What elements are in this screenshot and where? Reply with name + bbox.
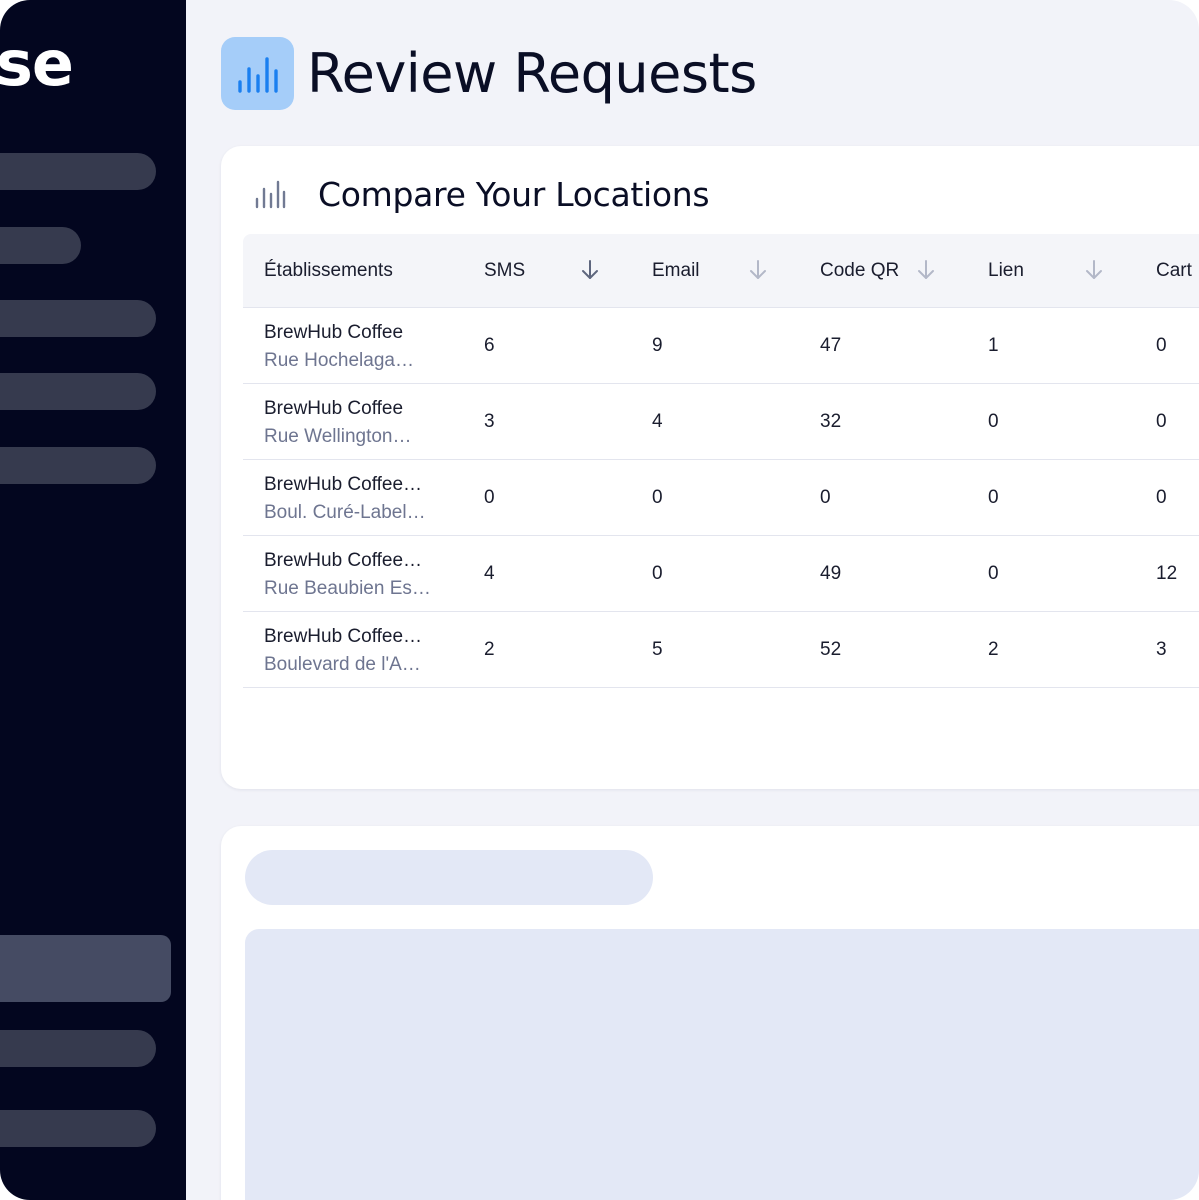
skeleton-content-placeholder <box>245 929 1199 1200</box>
sidebar-item[interactable] <box>0 373 156 410</box>
qr-code-count: 0 <box>820 487 831 508</box>
email-count: 4 <box>652 411 663 432</box>
column-header-email[interactable]: Email <box>652 258 700 284</box>
link-count: 1 <box>988 335 999 356</box>
sidebar-item[interactable] <box>0 153 156 190</box>
link-count: 2 <box>988 639 999 660</box>
logo: se <box>0 27 74 100</box>
link-count: 0 <box>988 563 999 584</box>
sidebar-item[interactable] <box>0 227 81 264</box>
location-name: BrewHub Coffee <box>264 322 404 343</box>
card-count: 0 <box>1156 335 1167 356</box>
sort-arrow-down-icon[interactable] <box>917 259 935 281</box>
column-header-locations[interactable]: Établissements <box>264 258 393 284</box>
location-address: Rue Beaubien Es… <box>264 578 431 599</box>
app-window: se Review Requests Compare Your Location… <box>0 0 1199 1200</box>
sidebar-item[interactable] <box>0 300 156 337</box>
sidebar: se <box>0 0 186 1200</box>
sms-count: 0 <box>484 487 495 508</box>
card-count: 3 <box>1156 639 1167 660</box>
location-address: Rue Wellington… <box>264 426 412 447</box>
sms-count: 6 <box>484 335 495 356</box>
locations-table: Établissements SMS Email Code QR Lien Ca… <box>243 234 1199 688</box>
location-name: BrewHub Coffee <box>264 398 404 419</box>
location-name: BrewHub Coffee… <box>264 550 423 571</box>
loading-card <box>221 826 1199 1200</box>
location-address: Boulevard de l'A… <box>264 654 421 675</box>
column-header-card[interactable]: Cart <box>1156 258 1192 284</box>
qr-code-count: 52 <box>820 639 842 660</box>
sort-arrow-down-icon[interactable] <box>1085 259 1103 281</box>
email-count: 0 <box>652 563 663 584</box>
location-address: Boul. Curé-Label… <box>264 502 426 523</box>
qr-code-count: 47 <box>820 335 842 356</box>
card-count: 0 <box>1156 487 1167 508</box>
table-row[interactable]: BrewHub Coffee Rue Hochelaga… 6 9 47 1 0 <box>243 308 1199 384</box>
skeleton-title-placeholder <box>245 850 653 905</box>
sidebar-item[interactable] <box>0 447 156 484</box>
column-header-sms[interactable]: SMS <box>484 258 525 284</box>
table-row[interactable]: BrewHub Coffee Rue Wellington… 3 4 32 0 … <box>243 384 1199 460</box>
compare-locations-card: Compare Your Locations Établissements SM… <box>221 146 1199 789</box>
table-row[interactable]: BrewHub Coffee… Boulevard de l'A… 2 5 52… <box>243 612 1199 688</box>
table-row[interactable]: BrewHub Coffee… Boul. Curé-Label… 0 0 0 … <box>243 460 1199 536</box>
email-count: 5 <box>652 639 663 660</box>
sms-count: 3 <box>484 411 495 432</box>
sms-count: 2 <box>484 639 495 660</box>
location-name: BrewHub Coffee… <box>264 474 423 495</box>
column-header-qr-code[interactable]: Code QR <box>820 258 899 284</box>
table-row[interactable]: BrewHub Coffee… Rue Beaubien Es… 4 0 49 … <box>243 536 1199 612</box>
qr-code-count: 49 <box>820 563 842 584</box>
sort-arrow-down-icon[interactable] <box>581 259 599 281</box>
sort-arrow-down-icon[interactable] <box>749 259 767 281</box>
email-count: 0 <box>652 487 663 508</box>
sms-count: 4 <box>484 563 495 584</box>
card-count: 0 <box>1156 411 1167 432</box>
link-count: 0 <box>988 411 999 432</box>
email-count: 9 <box>652 335 663 356</box>
sidebar-item[interactable] <box>0 1030 156 1067</box>
bar-chart-icon <box>221 37 294 110</box>
bar-chart-icon <box>254 180 286 215</box>
page-title: Review Requests <box>307 42 757 105</box>
column-header-link[interactable]: Lien <box>988 258 1024 284</box>
qr-code-count: 32 <box>820 411 842 432</box>
location-address: Rue Hochelaga… <box>264 350 414 371</box>
sidebar-item[interactable] <box>0 1110 156 1147</box>
link-count: 0 <box>988 487 999 508</box>
card-title: Compare Your Locations <box>318 175 710 214</box>
location-name: BrewHub Coffee… <box>264 626 423 647</box>
card-count: 12 <box>1156 563 1178 584</box>
sidebar-item-active[interactable] <box>0 935 171 1002</box>
table-header: Établissements SMS Email Code QR Lien Ca… <box>243 234 1199 308</box>
